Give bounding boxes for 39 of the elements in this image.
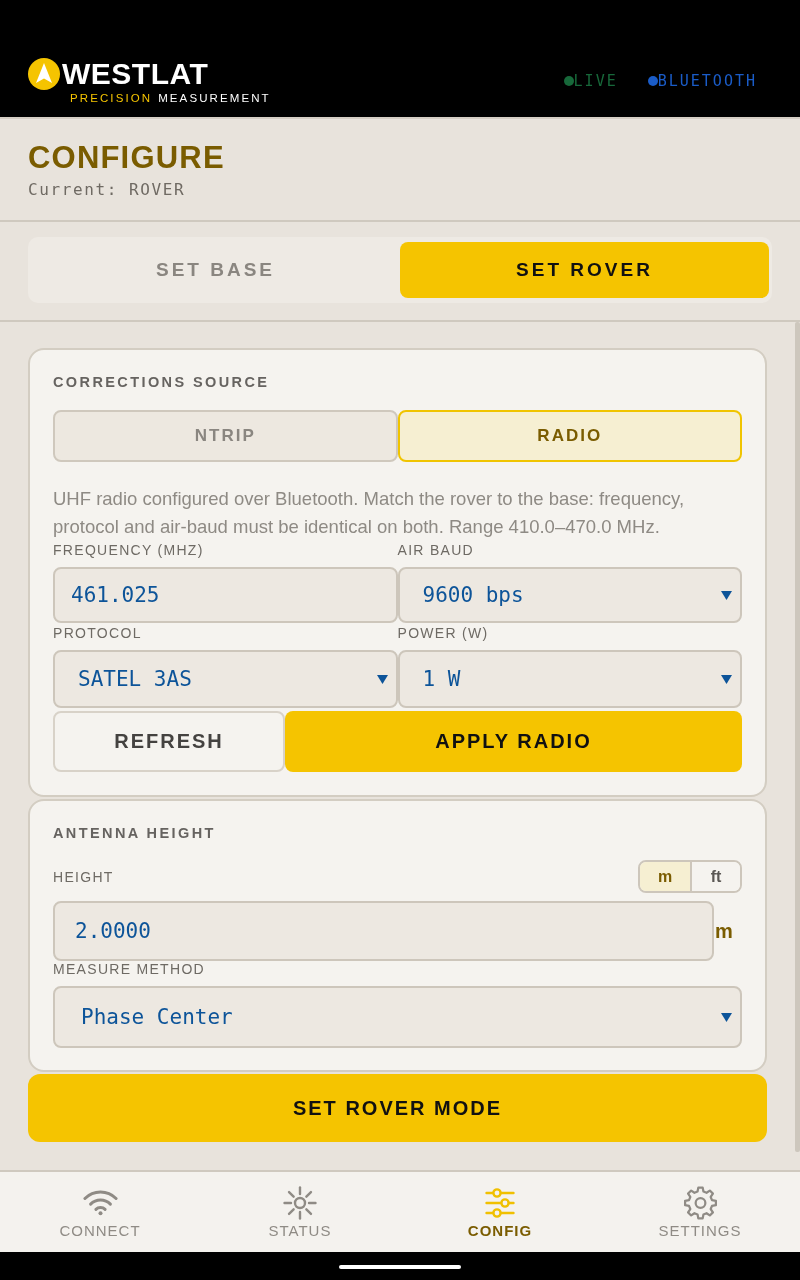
field-label: POWER (W) [397,625,490,641]
dropdown-field[interactable]: Phase Center [53,986,742,1048]
field-label: FREQUENCY (MHZ) [53,542,205,558]
section-title: ANTENNA HEIGHT [53,824,217,842]
sliders-icon [485,1186,515,1220]
status-label: BLUETOOTH [657,72,757,90]
description-text: UHF radio configured over Bluetooth. Match the rover to the base: frequency, protocol and air-baud must be identical on both. Range 410.0–470.0 MHz. [53,487,686,539]
field-label: AIR BAUD [397,542,476,558]
nav-tab[interactable]: CONFIG [400,1172,600,1252]
tagline-text: MEASUREMENT [158,90,271,105]
dropdown-field[interactable]: SATEL 3AS [53,650,398,708]
caret-icon [376,675,388,684]
dropdown-field[interactable]: 1 W [397,650,742,708]
unit-option[interactable]: m [640,862,690,891]
caret-icon [721,675,732,684]
settings-icon [682,1186,718,1220]
field-label: HEIGHT [53,868,114,885]
submit-button[interactable]: SET ROVER MODE [28,1074,767,1142]
text-field[interactable]: 461.025 [53,567,398,623]
page-subtitle: Current: ROVER [28,180,187,200]
brand-name: WESTLAT [62,57,209,90]
tagline-text: PRECISION [70,90,153,105]
text-field[interactable]: 2.0000 [53,901,714,961]
logo-icon [28,57,60,90]
unit-suffix: m [714,919,734,943]
section-title: CORRECTIONS SOURCE [53,373,271,391]
field-label: PROTOCOL [53,625,143,641]
source-option[interactable]: RADIO [397,410,742,462]
unit-option[interactable]: ft [690,862,740,891]
status-label: LIVE [573,72,618,90]
field-label: MEASURE METHOD [53,961,206,977]
caret-icon [721,591,732,600]
caret-icon [721,1013,732,1022]
dropdown-field[interactable]: 9600 bps [397,567,742,623]
apply-button[interactable]: APPLY RADIO [285,711,742,772]
page-title: CONFIGURE [28,140,226,176]
sun-icon [283,1186,317,1220]
refresh-button[interactable]: REFRESH [53,711,285,772]
mode-tab[interactable]: SET ROVER [400,242,769,298]
